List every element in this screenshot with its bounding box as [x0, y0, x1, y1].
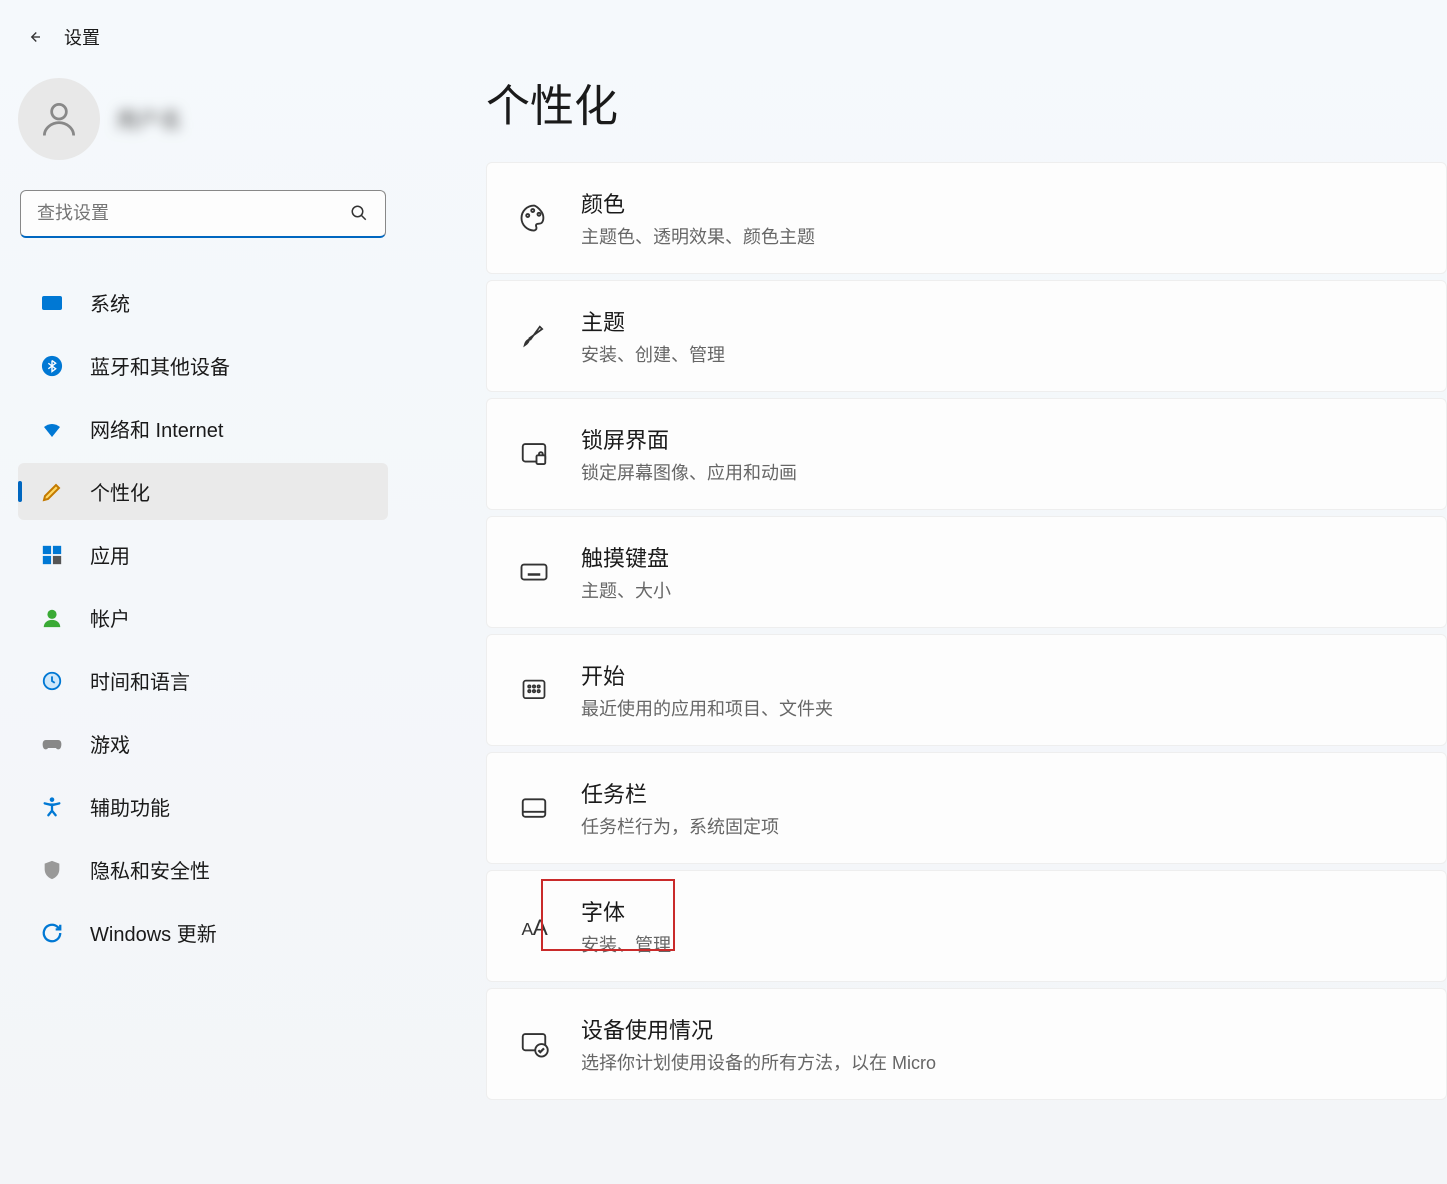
account-icon [40, 606, 64, 630]
sidebar-item-label: Windows 更新 [90, 918, 217, 947]
font-icon: AA [519, 911, 549, 941]
card-subtitle: 任务栏行为，系统固定项 [581, 813, 779, 839]
apps-icon [40, 543, 64, 567]
settings-card-themes[interactable]: 主题 安装、创建、管理 [486, 280, 1447, 392]
content: 个性化 颜色 主题色、透明效果、颜色主题 主题 安装、创建、管理 [408, 78, 1447, 1100]
sidebar-item-label: 蓝牙和其他设备 [90, 351, 230, 380]
card-subtitle: 最近使用的应用和项目、文件夹 [581, 695, 833, 721]
accessibility-icon [40, 795, 64, 819]
wifi-icon [40, 417, 64, 441]
profile-section[interactable]: 用户名 [18, 78, 388, 190]
card-subtitle: 安装、管理 [581, 931, 671, 957]
card-title: 锁屏界面 [581, 423, 797, 455]
card-title: 字体 [581, 895, 671, 927]
back-arrow-icon [25, 28, 43, 46]
svg-text:A: A [533, 915, 548, 940]
palette-icon [519, 203, 549, 233]
card-title: 设备使用情况 [581, 1013, 936, 1045]
sidebar-item-network[interactable]: 网络和 Internet [18, 400, 388, 457]
time-icon [40, 669, 64, 693]
taskbar-icon [519, 793, 549, 823]
sidebar-item-accounts[interactable]: 帐户 [18, 589, 388, 646]
card-text: 主题 安装、创建、管理 [581, 305, 725, 367]
search-box [20, 190, 386, 238]
search-icon [350, 204, 368, 227]
card-title: 触摸键盘 [581, 541, 671, 573]
card-subtitle: 选择你计划使用设备的所有方法，以在 Micro [581, 1049, 936, 1075]
card-title: 颜色 [581, 187, 815, 219]
sidebar-item-apps[interactable]: 应用 [18, 526, 388, 583]
sidebar-item-label: 应用 [90, 540, 130, 569]
person-icon [37, 97, 81, 141]
settings-card-start[interactable]: 开始 最近使用的应用和项目、文件夹 [486, 634, 1447, 746]
main-container: 用户名 系统 蓝牙和其他设备 [0, 58, 1447, 1100]
device-icon [519, 1029, 549, 1059]
sidebar-item-label: 辅助功能 [90, 792, 170, 821]
sidebar-item-windows-update[interactable]: Windows 更新 [18, 904, 388, 961]
card-subtitle: 安装、创建、管理 [581, 341, 725, 367]
svg-text:A: A [522, 919, 534, 939]
sidebar-item-accessibility[interactable]: 辅助功能 [18, 778, 388, 835]
card-text: 字体 安装、管理 [581, 895, 671, 957]
brush-icon [519, 321, 549, 351]
sidebar-item-gaming[interactable]: 游戏 [18, 715, 388, 772]
bluetooth-icon [40, 354, 64, 378]
sidebar-item-time-language[interactable]: 时间和语言 [18, 652, 388, 709]
card-text: 颜色 主题色、透明效果、颜色主题 [581, 187, 815, 249]
page-title: 个性化 [486, 70, 1447, 134]
card-text: 任务栏 任务栏行为，系统固定项 [581, 777, 779, 839]
sidebar-item-label: 个性化 [90, 477, 150, 506]
card-subtitle: 锁定屏幕图像、应用和动画 [581, 459, 797, 485]
sidebar-item-label: 游戏 [90, 729, 130, 758]
keyboard-icon [519, 557, 549, 587]
nav-list: 系统 蓝牙和其他设备 网络和 Internet 个性化 [18, 268, 388, 961]
avatar [18, 78, 100, 160]
settings-card-fonts[interactable]: AA 字体 安装、管理 [486, 870, 1447, 982]
settings-card-device-usage[interactable]: 设备使用情况 选择你计划使用设备的所有方法，以在 Micro [486, 988, 1447, 1100]
sidebar: 用户名 系统 蓝牙和其他设备 [18, 78, 408, 1100]
game-icon [40, 732, 64, 756]
card-subtitle: 主题色、透明效果、颜色主题 [581, 223, 815, 249]
sidebar-item-label: 隐私和安全性 [90, 855, 210, 884]
sidebar-item-privacy[interactable]: 隐私和安全性 [18, 841, 388, 898]
settings-card-colors[interactable]: 颜色 主题色、透明效果、颜色主题 [486, 162, 1447, 274]
lockscreen-icon [519, 439, 549, 469]
sidebar-item-system[interactable]: 系统 [18, 274, 388, 331]
sidebar-item-label: 网络和 Internet [90, 414, 223, 443]
sidebar-item-label: 时间和语言 [90, 666, 190, 695]
sidebar-item-personalization[interactable]: 个性化 [18, 463, 388, 520]
settings-list: 颜色 主题色、透明效果、颜色主题 主题 安装、创建、管理 锁屏界面 [486, 162, 1447, 1100]
app-title: 设置 [64, 24, 100, 50]
card-title: 主题 [581, 305, 725, 337]
card-text: 开始 最近使用的应用和项目、文件夹 [581, 659, 833, 721]
card-text: 设备使用情况 选择你计划使用设备的所有方法，以在 Micro [581, 1013, 936, 1075]
card-title: 开始 [581, 659, 833, 691]
settings-card-taskbar[interactable]: 任务栏 任务栏行为，系统固定项 [486, 752, 1447, 864]
card-text: 触摸键盘 主题、大小 [581, 541, 671, 603]
start-icon [519, 675, 549, 705]
sidebar-item-label: 系统 [90, 288, 130, 317]
system-icon [40, 291, 64, 315]
username: 用户名 [116, 103, 182, 135]
sidebar-item-label: 帐户 [90, 603, 130, 632]
settings-card-lockscreen[interactable]: 锁屏界面 锁定屏幕图像、应用和动画 [486, 398, 1447, 510]
card-title: 任务栏 [581, 777, 779, 809]
sidebar-item-bluetooth[interactable]: 蓝牙和其他设备 [18, 337, 388, 394]
personalize-icon [40, 480, 64, 504]
card-subtitle: 主题、大小 [581, 577, 671, 603]
card-text: 锁屏界面 锁定屏幕图像、应用和动画 [581, 423, 797, 485]
settings-card-touch-keyboard[interactable]: 触摸键盘 主题、大小 [486, 516, 1447, 628]
header: 设置 [0, 0, 1447, 58]
search-input[interactable] [20, 190, 386, 238]
update-icon [40, 921, 64, 945]
privacy-icon [40, 858, 64, 882]
back-button[interactable] [24, 27, 44, 47]
